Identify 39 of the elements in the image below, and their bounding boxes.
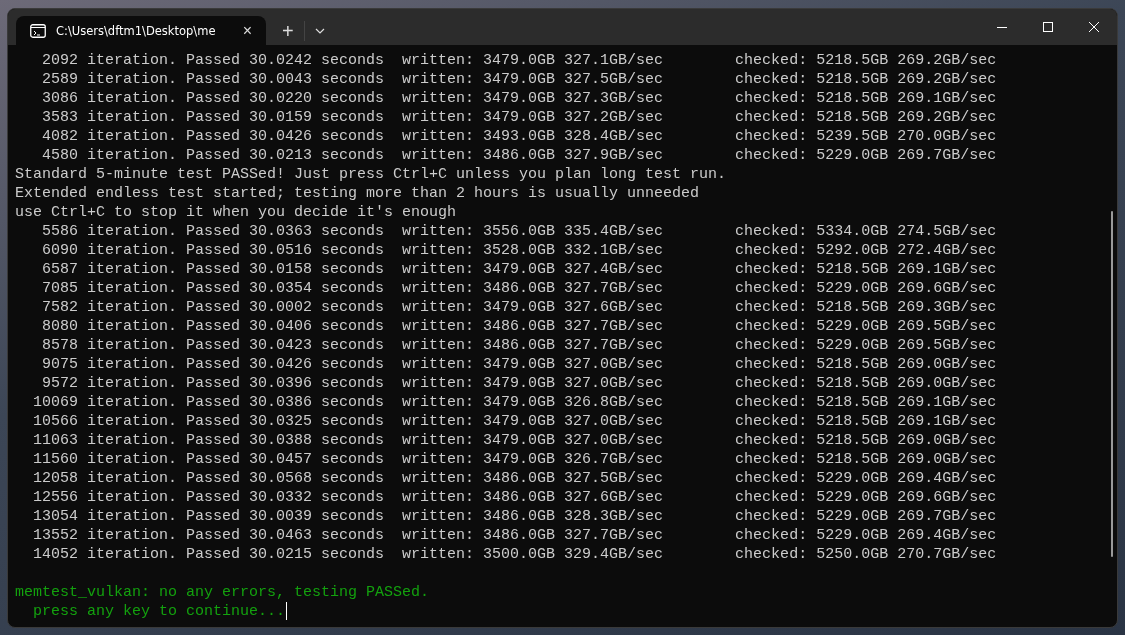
output-line: 7582 iteration. Passed 30.0002 seconds written: 3479.0GB 327.6GB/sec checked: 5218.5GB 269.3GB/sec: [41, 298, 997, 317]
output-line: 9572 iteration. Passed 30.0396 seconds written: 3479.0GB 327.0GB/sec checked: 5218.5GB 269.0GB/sec: [41, 374, 997, 393]
output-line: 3583 iteration. Passed 30.0159 seconds written: 3479.0GB 327.2GB/sec checked: 5218.5GB 269.2GB/sec: [41, 108, 997, 127]
output-line: 12058 iteration. Passed 30.0568 seconds written: 3486.0GB 327.5GB/sec checked: 5229.0GB 269.4GB/sec: [32, 469, 997, 488]
output-line: 11560 iteration. Passed 30.0457 seconds written: 3479.0GB 326.7GB/sec checked: 5218.5GB 269.0GB/sec: [32, 450, 997, 469]
output-line: 8578 iteration. Passed 30.0423 seconds written: 3486.0GB 327.7GB/sec checked: 5229.0GB 269.5GB/sec: [41, 336, 997, 355]
output-line: 10566 iteration. Passed 30.0325 seconds written: 3479.0GB 327.0GB/sec checked: 5218.5GB 269.1GB/sec: [32, 412, 997, 431]
terminal-tab[interactable]: C:\Users\dftm1\Desktop\me ×: [16, 16, 266, 45]
output-line: 13054 iteration. Passed 30.0039 seconds written: 3486.0GB 328.3GB/sec checked: 5229.0GB 269.7GB/sec: [32, 507, 997, 526]
tab-close-button[interactable]: ×: [238, 22, 256, 39]
console-icon: [30, 23, 46, 38]
output-line: 10069 iteration. Passed 30.0386 seconds written: 3479.0GB 326.8GB/sec checked: 5218.5GB 269.1GB/sec: [32, 393, 997, 412]
success-message: memtest_vulkan: no any errors, testing PASSed.: [15, 583, 430, 602]
tab-title: C:\Users\dftm1\Desktop\me: [56, 23, 217, 38]
output-line: 2589 iteration. Passed 30.0043 seconds written: 3479.0GB 327.5GB/sec checked: 5218.5GB 269.2GB/sec: [41, 70, 997, 89]
output-line: 13552 iteration. Passed 30.0463 seconds written: 3486.0GB 327.7GB/sec checked: 5229.0GB 269.4GB/sec: [32, 526, 997, 545]
output-line: 2092 iteration. Passed 30.0242 seconds written: 3479.0GB 327.1GB/sec checked: 5218.5GB 269.2GB/sec: [41, 51, 997, 70]
new-tab-button[interactable]: +: [272, 16, 304, 45]
output-line: 5586 iteration. Passed 30.0363 seconds written: 3556.0GB 335.4GB/sec checked: 5334.0GB 274.5GB/sec: [41, 222, 997, 241]
output-line: 6090 iteration. Passed 30.0516 seconds written: 3528.0GB 332.1GB/sec checked: 5292.0GB 272.4GB/sec: [41, 241, 997, 260]
minimize-icon: [997, 26, 1007, 28]
output-line: 8080 iteration. Passed 30.0406 seconds written: 3486.0GB 327.7GB/sec checked: 5229.0GB 269.5GB/sec: [41, 317, 997, 336]
output-line: 7085 iteration. Passed 30.0354 seconds written: 3486.0GB 327.7GB/sec checked: 5229.0GB 269.6GB/sec: [41, 279, 997, 298]
output-line: 4580 iteration. Passed 30.0213 seconds written: 3486.0GB 327.9GB/sec checked: 5229.0GB 269.7GB/sec: [41, 146, 997, 165]
output-line: Extended endless test started; testing more than 2 hours is usually unneeded: [15, 184, 700, 203]
output-line: use Ctrl+C to stop it when you decide it's enough: [15, 203, 457, 222]
output-line: 9075 iteration. Passed 30.0426 seconds written: 3479.0GB 327.0GB/sec checked: 5218.5GB 269.0GB/sec: [41, 355, 997, 374]
maximize-icon: [1043, 22, 1053, 32]
output-line: 14052 iteration. Passed 30.0215 seconds written: 3500.0GB 329.4GB/sec checked: 5250.0GB 270.7GB/sec: [32, 545, 997, 564]
output-line: 12556 iteration. Passed 30.0332 seconds written: 3486.0GB 327.6GB/sec checked: 5229.0GB 269.6GB/sec: [32, 488, 997, 507]
output-line: 6587 iteration. Passed 30.0158 seconds written: 3479.0GB 327.4GB/sec checked: 5218.5GB 269.1GB/sec: [41, 260, 997, 279]
output-line: 11063 iteration. Passed 30.0388 seconds written: 3479.0GB 327.0GB/sec checked: 5218.5GB 269.0GB/sec: [32, 431, 997, 450]
output-line: 4082 iteration. Passed 30.0426 seconds written: 3493.0GB 328.4GB/sec checked: 5239.5GB 270.0GB/sec: [41, 127, 997, 146]
scrollbar[interactable]: [1111, 211, 1113, 557]
success-message: press any key to continue...: [32, 602, 286, 621]
chevron-down-icon: [314, 27, 325, 34]
close-icon: [1089, 22, 1099, 32]
output-line: Standard 5-minute test PASSed! Just press Ctrl+C unless you plan long test run.: [15, 165, 727, 184]
output-line: 3086 iteration. Passed 30.0220 seconds written: 3479.0GB 327.3GB/sec checked: 5218.5GB 269.1GB/sec: [41, 89, 997, 108]
